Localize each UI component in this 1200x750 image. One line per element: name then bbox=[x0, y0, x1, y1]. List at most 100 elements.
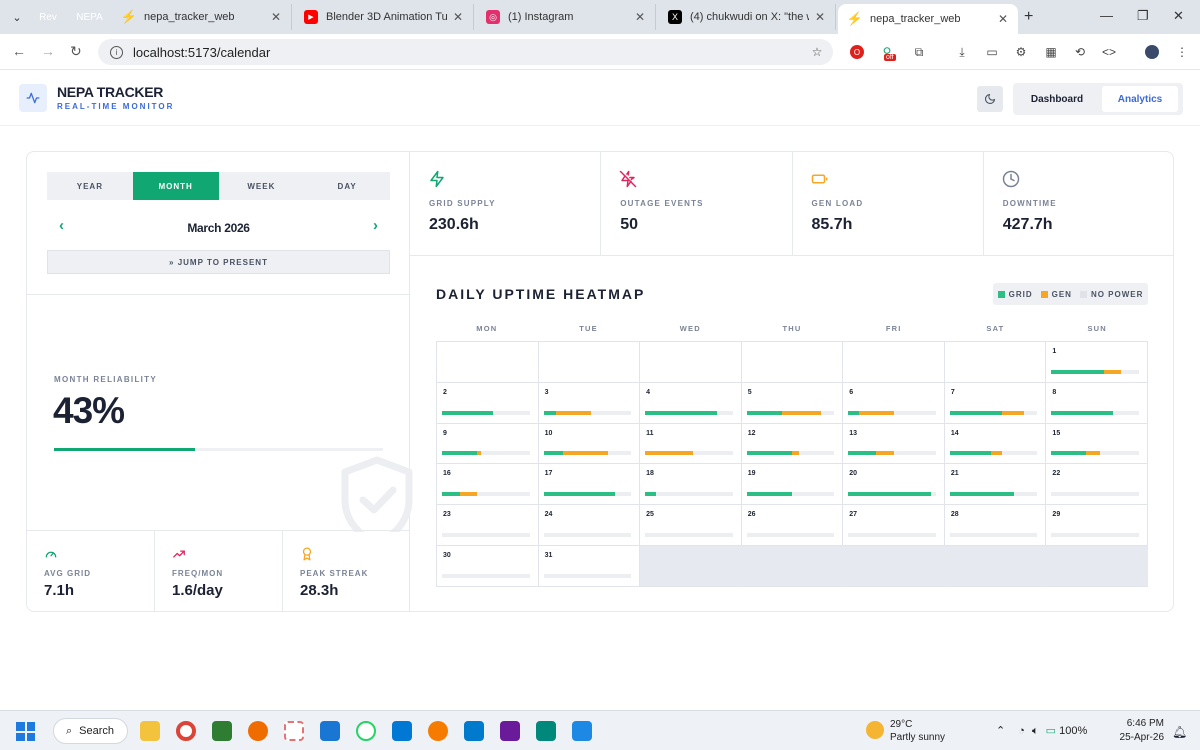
back-icon[interactable]: ← bbox=[12, 43, 26, 59]
paint-app-icon[interactable] bbox=[572, 721, 592, 741]
day-cell[interactable]: 12 bbox=[741, 423, 844, 465]
nav-dashboard[interactable]: Dashboard bbox=[1017, 86, 1097, 112]
taskbar-clock[interactable]: 6:46 PM 25-Apr-26 bbox=[1112, 717, 1164, 745]
chrome-icon[interactable] bbox=[176, 721, 196, 741]
next-month-chevron-icon[interactable]: › bbox=[373, 217, 378, 234]
day-cell[interactable]: 7 bbox=[944, 382, 1047, 424]
uptime-bar bbox=[645, 451, 733, 456]
day-number: 29 bbox=[1052, 511, 1061, 519]
theme-toggle-button[interactable] bbox=[977, 86, 1003, 112]
nav-analytics[interactable]: Analytics bbox=[1102, 86, 1178, 112]
chevron-up-icon[interactable]: ⌃ bbox=[996, 725, 1005, 737]
day-cell[interactable]: 15 bbox=[1046, 423, 1148, 465]
tab-group-nepa[interactable]: NEPA bbox=[73, 8, 106, 26]
whatsapp-icon[interactable] bbox=[356, 721, 376, 741]
day-cell[interactable]: 5 bbox=[741, 382, 844, 424]
browser-tab[interactable]: X (4) chukwudi on X: "the web ✕ bbox=[658, 4, 836, 30]
charts-app-icon[interactable] bbox=[212, 721, 232, 741]
day-cell[interactable]: 25 bbox=[640, 505, 742, 547]
devtools-icon[interactable]: <> bbox=[1102, 45, 1116, 59]
day-cell[interactable]: 28 bbox=[944, 505, 1047, 547]
browser-tab[interactable]: ◎ (1) Instagram ✕ bbox=[476, 4, 656, 30]
bookmark-star-icon[interactable]: ☆ bbox=[810, 45, 824, 59]
opera-extension-icon[interactable]: O bbox=[850, 45, 864, 59]
arduino-icon[interactable] bbox=[536, 721, 556, 741]
battery-icon[interactable]: ▭ bbox=[1046, 725, 1056, 737]
taskbar-search[interactable]: ⌕ Search bbox=[53, 718, 128, 744]
day-cell[interactable]: 26 bbox=[741, 505, 844, 547]
menu-kebab-icon[interactable]: ⋮ bbox=[1175, 45, 1189, 59]
wifi-icon[interactable]: ◔ bbox=[1018, 725, 1025, 737]
minimize-icon[interactable]: — bbox=[1100, 8, 1113, 23]
day-cell[interactable]: 16 bbox=[437, 464, 539, 506]
day-cell[interactable]: 24 bbox=[538, 505, 641, 547]
day-cell[interactable]: 23 bbox=[437, 505, 539, 547]
download-icon[interactable]: ⤓ bbox=[955, 45, 969, 59]
day-cell[interactable]: 13 bbox=[843, 423, 945, 465]
day-cell[interactable]: 31 bbox=[538, 546, 641, 587]
cast-icon[interactable]: ▭ bbox=[985, 45, 999, 59]
day-cell[interactable]: 22 bbox=[1046, 464, 1148, 506]
reload-icon[interactable]: ↻ bbox=[70, 43, 82, 60]
puzzle-extensions-icon[interactable]: ⧉ bbox=[912, 45, 926, 59]
close-tab-icon[interactable]: ✕ bbox=[815, 10, 825, 24]
system-tray[interactable]: ⌃ ◔ 🔈︎ ▭ 100% bbox=[996, 724, 1087, 738]
day-cell[interactable]: 2 bbox=[437, 382, 539, 424]
tab-week[interactable]: WEEK bbox=[219, 172, 305, 200]
day-cell[interactable]: 20 bbox=[843, 464, 945, 506]
day-cell[interactable]: 19 bbox=[741, 464, 844, 506]
volume-icon[interactable]: 🔈︎ bbox=[1032, 725, 1039, 737]
close-tab-icon[interactable]: ✕ bbox=[998, 12, 1008, 26]
day-cell[interactable]: 30 bbox=[437, 546, 539, 587]
tab-layout-icon[interactable]: ▦ bbox=[1044, 45, 1058, 59]
stat-label: AVG GRID bbox=[44, 569, 91, 578]
snipping-tool-icon[interactable] bbox=[284, 721, 304, 741]
browser-tab[interactable]: ▶ Blender 3D Animation Tutor ✕ bbox=[294, 4, 474, 30]
new-tab-icon[interactable]: + bbox=[1024, 8, 1033, 26]
close-window-icon[interactable]: ✕ bbox=[1173, 8, 1184, 24]
day-cell[interactable]: 29 bbox=[1046, 505, 1148, 547]
site-info-icon[interactable]: i bbox=[110, 45, 123, 59]
restore-icon[interactable]: ❐ bbox=[1137, 8, 1149, 24]
weather-widget[interactable]: 29°C Partly sunny bbox=[866, 718, 945, 744]
file-explorer-icon[interactable] bbox=[140, 721, 160, 741]
day-cell[interactable]: 27 bbox=[843, 505, 945, 547]
day-cell[interactable]: 3 bbox=[538, 382, 641, 424]
day-cell[interactable]: 8 bbox=[1046, 382, 1148, 424]
tab-month[interactable]: MONTH bbox=[132, 172, 219, 200]
fl-studio-icon[interactable] bbox=[248, 721, 268, 741]
tab-day[interactable]: DAY bbox=[304, 172, 390, 200]
settings-extension-icon[interactable]: ⚙ bbox=[1014, 45, 1028, 59]
pdf-app-icon[interactable] bbox=[500, 721, 520, 741]
day-cell[interactable]: 1 bbox=[1046, 342, 1148, 383]
day-cell[interactable]: 21 bbox=[944, 464, 1047, 506]
notification-bell-icon[interactable]: 🔔︎ bbox=[1172, 725, 1187, 739]
tab-group-rev[interactable]: Rev bbox=[34, 8, 62, 26]
day-cell[interactable]: 9 bbox=[437, 423, 539, 465]
day-cell[interactable]: 6 bbox=[843, 382, 945, 424]
day-cell[interactable]: 11 bbox=[640, 423, 742, 465]
profile-avatar[interactable] bbox=[1145, 45, 1159, 59]
close-tab-icon[interactable]: ✕ bbox=[453, 10, 463, 24]
browser-tab[interactable]: ⚡ nepa_tracker_web ✕ bbox=[112, 4, 292, 30]
day-cell[interactable]: 17 bbox=[538, 464, 641, 506]
browser-tab-active[interactable]: ⚡ nepa_tracker_web ✕ bbox=[838, 4, 1018, 34]
remote-desktop-icon[interactable] bbox=[392, 721, 412, 741]
close-tab-icon[interactable]: ✕ bbox=[635, 10, 645, 24]
day-cell[interactable]: 14 bbox=[944, 423, 1047, 465]
tab-year[interactable]: YEAR bbox=[47, 172, 133, 200]
windows-start-icon[interactable] bbox=[16, 722, 35, 741]
brand-tagline: REAL-TIME MONITOR bbox=[57, 102, 175, 111]
photos-icon[interactable] bbox=[320, 721, 340, 741]
tab-search-chevron-icon[interactable]: ⌄ bbox=[8, 8, 26, 26]
forward-icon[interactable]: → bbox=[41, 43, 55, 59]
jump-to-present-button[interactable]: » JUMP TO PRESENT bbox=[47, 250, 390, 274]
address-bar[interactable]: i localhost:5173/calendar bbox=[98, 39, 833, 65]
day-cell[interactable]: 4 bbox=[640, 382, 742, 424]
history-icon[interactable]: ⟲ bbox=[1073, 45, 1087, 59]
vscode-icon[interactable] bbox=[464, 721, 484, 741]
day-cell[interactable]: 18 bbox=[640, 464, 742, 506]
day-cell[interactable]: 10 bbox=[538, 423, 641, 465]
close-tab-icon[interactable]: ✕ bbox=[271, 10, 281, 24]
blender-icon[interactable] bbox=[428, 721, 448, 741]
